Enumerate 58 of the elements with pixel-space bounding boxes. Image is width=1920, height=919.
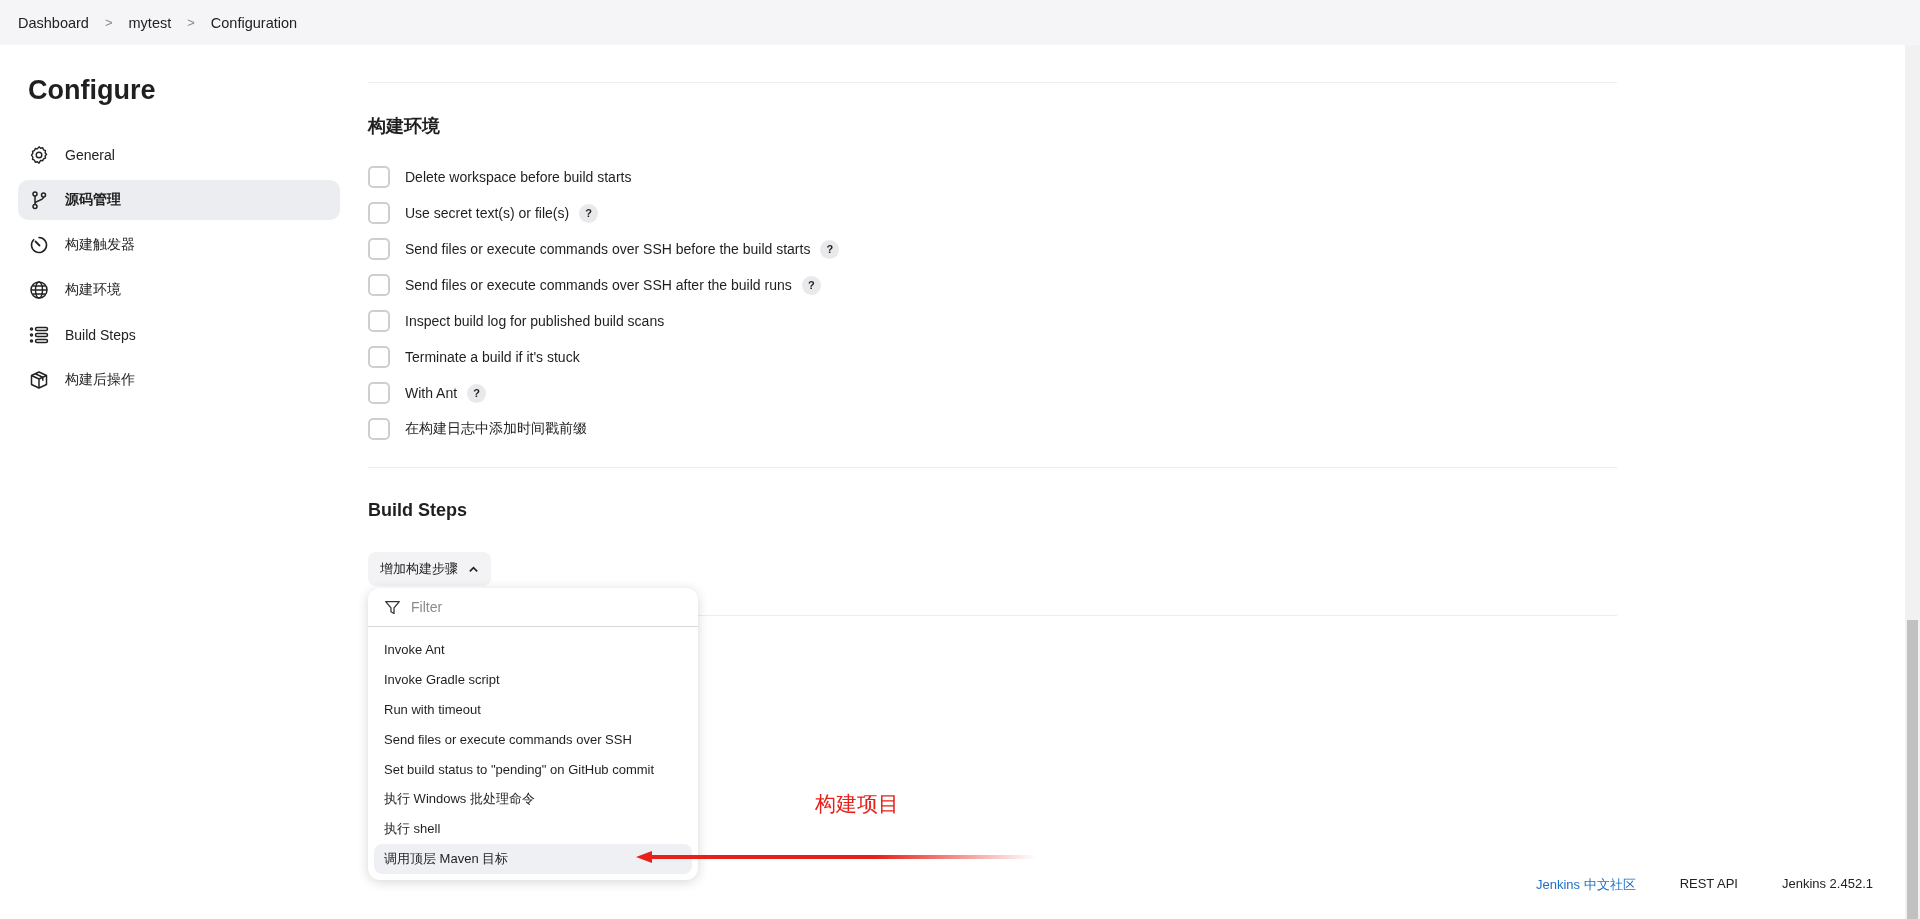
checkbox[interactable] (368, 238, 390, 260)
sidebar-item[interactable]: 构建后操作 (18, 360, 340, 400)
page-title: Configure (28, 74, 157, 106)
breadcrumb-link[interactable]: mytest (128, 14, 172, 31)
help-icon[interactable]: ? (467, 383, 487, 403)
package-icon (29, 370, 49, 390)
checkbox[interactable] (368, 382, 390, 404)
option-label: 在构建日志中添加时间戳前缀 (405, 420, 587, 438)
menu-item[interactable]: Set build status to "pending" on GitHub commit (374, 754, 692, 784)
section-heading: Build Steps (368, 499, 468, 522)
breadcrumb-separator: > (104, 15, 113, 30)
branch-icon (29, 190, 49, 210)
footer-link[interactable]: REST API (1679, 876, 1738, 894)
checkbox[interactable] (368, 346, 390, 368)
checkbox[interactable] (368, 418, 390, 440)
sidebar-item[interactable]: 构建环境 (18, 270, 340, 310)
caret-icon (468, 563, 479, 575)
scrollbar-thumb[interactable] (1907, 620, 1918, 919)
annotation-text: 构建项目 (815, 791, 899, 817)
help-icon[interactable]: ? (579, 203, 599, 223)
breadcrumb-separator: > (187, 15, 195, 30)
footer-link[interactable]: Jenkins 中文社区 (1535, 876, 1636, 894)
menu-item[interactable]: Send files or execute commands over SSH (374, 724, 692, 754)
help-icon[interactable]: ? (820, 239, 840, 259)
timer-icon (29, 235, 49, 255)
option-label: With Ant (405, 385, 458, 401)
menu-item[interactable]: 执行 Windows 批处理命令 (374, 784, 692, 814)
section-heading: 构建环境 (368, 115, 441, 138)
checkbox[interactable] (368, 274, 390, 296)
menu-item[interactable]: Invoke Gradle script (374, 664, 692, 694)
gear-icon (29, 145, 49, 165)
add-build-step-button[interactable]: 增加构建步骤 (368, 552, 491, 586)
menu-item[interactable]: Invoke Ant (374, 634, 692, 664)
menu-item[interactable]: Run with timeout (374, 694, 692, 724)
option-label: Inspect build log for published build scans (405, 313, 665, 329)
filter-icon (384, 598, 401, 616)
menu-item[interactable]: 执行 shell (374, 814, 692, 844)
menu-item[interactable]: 调用顶层 Maven 目标 (374, 844, 692, 874)
list-icon (29, 325, 49, 345)
option-label: Delete workspace before build starts (405, 169, 632, 185)
option-label: Send files or execute commands over SSH before the build starts (405, 241, 811, 257)
option-label: Send files or execute commands over SSH after the build runs (405, 277, 792, 293)
checkbox[interactable] (368, 202, 390, 224)
sidebar-item[interactable]: Build Steps (18, 315, 340, 355)
option-label: Use secret text(s) or file(s) (405, 205, 570, 221)
option-label: Terminate a build if it's stuck (405, 349, 580, 365)
sidebar-item[interactable]: General (18, 135, 340, 175)
globe-icon (29, 280, 49, 300)
scrollbar[interactable] (1905, 45, 1920, 919)
sidebar-item[interactable]: 构建触发器 (18, 225, 340, 265)
checkbox[interactable] (368, 166, 390, 188)
breadcrumb-link[interactable]: Dashboard (18, 14, 89, 31)
footer-link[interactable]: Jenkins 2.452.1 (1781, 876, 1873, 894)
filter-field[interactable]: Filter (409, 598, 613, 616)
sidebar-item[interactable]: 源码管理 (18, 180, 340, 220)
checkbox[interactable] (368, 310, 390, 332)
breadcrumb-link[interactable]: Configuration (210, 14, 298, 31)
help-icon[interactable]: ? (801, 275, 821, 295)
